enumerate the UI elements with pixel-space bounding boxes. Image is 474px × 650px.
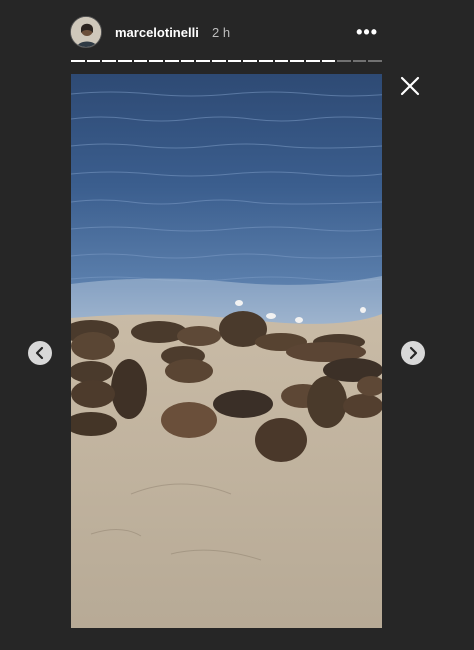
progress-segment bbox=[321, 60, 336, 62]
story-image[interactable] bbox=[71, 74, 382, 628]
close-icon bbox=[400, 76, 420, 96]
chevron-right-icon bbox=[409, 346, 418, 360]
progress-segment bbox=[149, 60, 163, 62]
progress-segment bbox=[117, 60, 132, 62]
progress-segment bbox=[71, 60, 85, 62]
next-story-button[interactable] bbox=[401, 341, 425, 365]
progress-segment bbox=[133, 60, 148, 62]
progress-segment bbox=[274, 60, 289, 62]
sea-lions-photo bbox=[71, 74, 382, 628]
progress-segment bbox=[227, 60, 242, 62]
progress-segment bbox=[211, 60, 226, 62]
progress-segment bbox=[258, 60, 273, 62]
progress-segment bbox=[164, 60, 179, 62]
progress-segment bbox=[352, 60, 367, 62]
previous-story-button[interactable] bbox=[28, 341, 52, 365]
progress-segment bbox=[86, 60, 101, 62]
progress-segment bbox=[368, 60, 383, 62]
username-link[interactable]: marcelotinelli bbox=[115, 25, 199, 40]
avatar[interactable] bbox=[70, 16, 102, 48]
progress-segment bbox=[180, 60, 195, 62]
more-options-icon[interactable]: ••• bbox=[356, 22, 378, 43]
progress-segment bbox=[305, 60, 320, 62]
progress-segment bbox=[337, 60, 351, 62]
progress-segment bbox=[290, 60, 304, 62]
story-header: marcelotinelli 2 h ••• bbox=[70, 16, 382, 48]
progress-segment bbox=[102, 60, 116, 62]
avatar-image bbox=[71, 17, 101, 47]
close-button[interactable] bbox=[398, 74, 422, 98]
post-time: 2 h bbox=[212, 25, 231, 40]
progress-segment bbox=[196, 60, 210, 62]
chevron-left-icon bbox=[35, 346, 44, 360]
progress-segment bbox=[243, 60, 257, 62]
story-progress-bar bbox=[71, 60, 383, 62]
